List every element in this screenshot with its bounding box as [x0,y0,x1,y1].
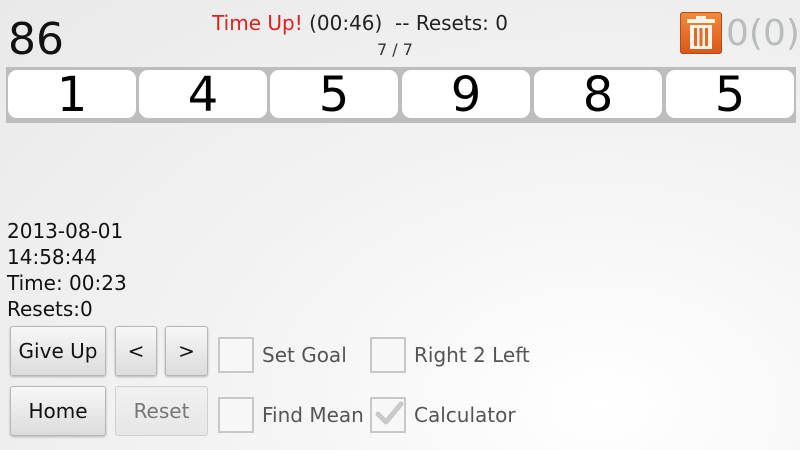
set-goal-label: Set Goal [262,343,347,367]
info-resets: Resets:0 [7,297,93,321]
number-card[interactable]: 1 [8,70,136,120]
checkmark-icon [375,401,404,425]
checkbox-box[interactable] [370,397,406,433]
right-2-left-label: Right 2 Left [414,343,530,367]
find-mean-label: Find Mean [262,403,364,427]
prev-button[interactable]: < [115,326,157,376]
find-mean-checkbox[interactable]: Find Mean [218,397,364,433]
game-info: 2013-08-01 14:58:44 Time: 00:23 Resets:0 [7,218,127,322]
trash-button[interactable] [680,12,722,54]
card-strip: 1 4 5 9 8 5 [6,67,796,123]
status-line: Time Up! (00:46) -- Resets: 0 [0,10,720,36]
give-up-button[interactable]: Give Up [10,326,106,376]
set-goal-checkbox[interactable]: Set Goal [218,337,347,373]
number-card[interactable]: 4 [139,70,267,120]
checkbox-box[interactable] [218,337,254,373]
calculator-checkbox[interactable]: Calculator [370,397,516,433]
trash-icon [687,16,715,49]
timer-resets-label: (00:46) -- Resets: 0 [302,11,508,35]
checkbox-box[interactable] [218,397,254,433]
number-card[interactable]: 8 [534,70,662,120]
next-button[interactable]: > [165,326,208,376]
right-2-left-checkbox[interactable]: Right 2 Left [370,337,530,373]
checkbox-box[interactable] [370,337,406,373]
info-clock: 14:58:44 [7,245,97,269]
number-card[interactable]: 9 [402,70,530,120]
calculator-label: Calculator [414,403,516,427]
time-up-label: Time Up! [212,11,303,35]
number-card[interactable]: 5 [666,70,794,120]
reset-button[interactable]: Reset [115,386,208,436]
number-card[interactable]: 5 [270,70,398,120]
trash-count: 0(0) [726,13,800,54]
info-date: 2013-08-01 [7,219,124,243]
home-button[interactable]: Home [10,386,106,436]
info-elapsed: Time: 00:23 [7,271,127,295]
progress-counter: 7 / 7 [377,40,413,59]
